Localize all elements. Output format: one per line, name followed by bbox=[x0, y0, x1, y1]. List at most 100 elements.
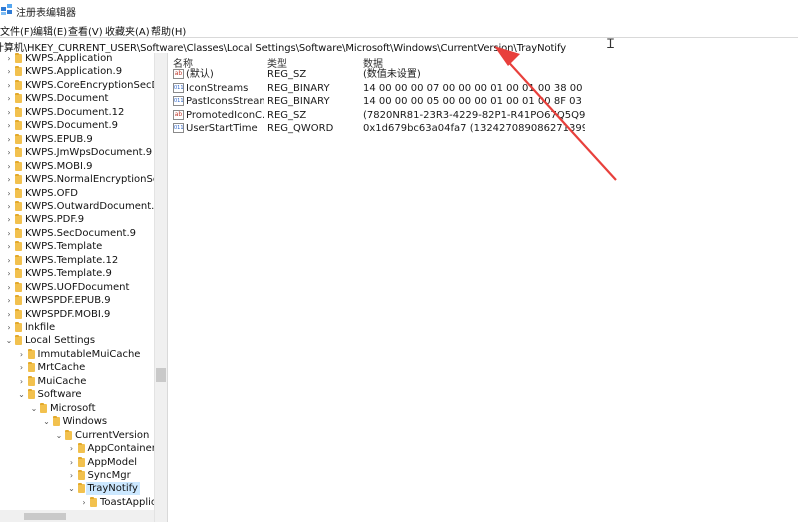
tree-item-label[interactable]: KWPS.PDF.9 bbox=[25, 213, 84, 226]
tree-item-label[interactable]: KWPS.NormalEncryptionSecDocument bbox=[25, 173, 154, 186]
chevron-right-icon[interactable]: › bbox=[80, 496, 88, 509]
tree-item[interactable]: › MrtCache bbox=[0, 361, 154, 374]
tree-item-label[interactable]: KWPSPDF.MOBI.9 bbox=[25, 308, 110, 321]
chevron-right-icon[interactable]: › bbox=[5, 187, 13, 200]
tree-item-label[interactable]: Windows bbox=[63, 415, 108, 428]
tree-horizontal-scrollbar[interactable] bbox=[0, 510, 154, 522]
tree-item[interactable]: › KWPSPDF.MOBI.9 bbox=[0, 308, 154, 321]
values-pane[interactable]: 名称 类型 数据 ab (默认) REG_SZ (数值未设置) 011 IconStrea… bbox=[168, 53, 798, 522]
tree-item-label[interactable]: MuiCache bbox=[38, 375, 87, 388]
chevron-right-icon[interactable]: › bbox=[5, 240, 13, 253]
tree-item-label[interactable]: SyncMgr bbox=[88, 469, 131, 482]
tree-item[interactable]: › KWPS.Document.12 bbox=[0, 106, 154, 119]
scrollbar-thumb[interactable] bbox=[156, 368, 166, 382]
chevron-right-icon[interactable]: › bbox=[5, 160, 13, 173]
chevron-down-icon[interactable]: ⌄ bbox=[30, 402, 38, 415]
value-row[interactable]: 011 IconStreams REG_BINARY 14 00 00 00 07 0… bbox=[168, 82, 798, 95]
menu-file[interactable]: 文件(F) bbox=[0, 23, 34, 38]
tree-item-label[interactable]: MrtCache bbox=[38, 361, 86, 374]
tree-item[interactable]: › ImmutableMuiCache bbox=[0, 348, 154, 361]
chevron-right-icon[interactable]: › bbox=[5, 65, 13, 78]
tree-item-label[interactable]: KWPS.JmWpsDocument.9 bbox=[25, 146, 152, 159]
tree-item[interactable]: › KWPS.PDF.9 bbox=[0, 213, 154, 226]
address-bar[interactable]: 计算机\HKEY_CURRENT_USER\Software\Classes\L… bbox=[0, 37, 798, 54]
chevron-right-icon[interactable]: › bbox=[5, 133, 13, 146]
tree-item[interactable]: ⌄ Microsoft bbox=[0, 402, 154, 415]
tree-item[interactable]: › KWPS.UOFDocument bbox=[0, 281, 154, 294]
value-row[interactable]: 011 UserStartTime REG_QWORD 0x1d679bc63a04f… bbox=[168, 122, 798, 135]
chevron-right-icon[interactable]: › bbox=[5, 92, 13, 105]
chevron-right-icon[interactable]: › bbox=[5, 79, 13, 92]
tree-item[interactable]: › ToastApplication bbox=[0, 496, 154, 509]
tree-item[interactable]: › AppContainer bbox=[0, 442, 154, 455]
tree-item-label[interactable]: KWPS.MOBI.9 bbox=[25, 160, 93, 173]
tree-item-label[interactable]: AppModel bbox=[88, 456, 138, 469]
address-path[interactable]: 计算机\HKEY_CURRENT_USER\Software\Classes\L… bbox=[0, 39, 566, 54]
tree-item[interactable]: ⌄ Software bbox=[0, 388, 154, 401]
chevron-right-icon[interactable]: › bbox=[5, 213, 13, 226]
tree-item-label[interactable]: KWPS.Template bbox=[25, 240, 102, 253]
chevron-down-icon[interactable]: ⌄ bbox=[68, 482, 76, 495]
tree-item[interactable]: › KWPS.JmWpsDocument.9 bbox=[0, 146, 154, 159]
tree-item-label[interactable]: KWPS.OFD bbox=[25, 187, 78, 200]
tree-item-label[interactable]: KWPS.SecDocument.9 bbox=[25, 227, 136, 240]
menu-edit[interactable]: 编辑(E) bbox=[33, 23, 67, 38]
tree-item-label[interactable]: KWPS.CoreEncryptionSecDocument bbox=[25, 79, 154, 92]
tree-item[interactable]: › KWPS.Template.12 bbox=[0, 254, 154, 267]
tree-item-label[interactable]: KWPSPDF.EPUB.9 bbox=[25, 294, 111, 307]
tree-item-label[interactable]: TrayNotify bbox=[85, 482, 140, 496]
chevron-right-icon[interactable]: › bbox=[5, 294, 13, 307]
tree-item[interactable]: › KWPS.Document.9 bbox=[0, 119, 154, 132]
tree-item[interactable]: › KWPS.Application bbox=[0, 53, 154, 65]
chevron-right-icon[interactable]: › bbox=[18, 348, 26, 361]
tree-item[interactable]: ⌄ Windows bbox=[0, 415, 154, 428]
value-row[interactable]: ab PromotedIconC... REG_SZ (7820NR81-23R3-4… bbox=[168, 109, 798, 122]
chevron-right-icon[interactable]: › bbox=[5, 173, 13, 186]
tree-item[interactable]: ⌄ CurrentVersion bbox=[0, 429, 154, 442]
tree-item[interactable]: › KWPS.Document bbox=[0, 92, 154, 105]
chevron-right-icon[interactable]: › bbox=[5, 308, 13, 321]
chevron-right-icon[interactable]: › bbox=[5, 106, 13, 119]
tree-item[interactable]: › KWPS.Template bbox=[0, 240, 154, 253]
tree-item[interactable]: › lnkfile bbox=[0, 321, 154, 334]
menu-help[interactable]: 帮助(H) bbox=[151, 23, 186, 38]
chevron-right-icon[interactable]: › bbox=[5, 321, 13, 334]
menu-view[interactable]: 查看(V) bbox=[68, 23, 103, 38]
chevron-right-icon[interactable]: › bbox=[68, 456, 76, 469]
tree-item[interactable]: › MuiCache bbox=[0, 375, 154, 388]
chevron-right-icon[interactable]: › bbox=[5, 267, 13, 280]
chevron-right-icon[interactable]: › bbox=[5, 146, 13, 159]
tree-item[interactable]: › KWPSPDF.EPUB.9 bbox=[0, 294, 154, 307]
tree-item-label[interactable]: KWPS.Document.12 bbox=[25, 106, 124, 119]
tree-item-label[interactable]: KWPS.OutwardDocument.9 bbox=[25, 200, 154, 213]
tree-item-label[interactable]: Software bbox=[38, 388, 82, 401]
tree-item[interactable]: › AppModel bbox=[0, 456, 154, 469]
tree-item-label[interactable]: Microsoft bbox=[50, 402, 96, 415]
value-row[interactable]: ab (默认) REG_SZ (数值未设置) bbox=[168, 68, 798, 81]
menu-favorites[interactable]: 收藏夹(A) bbox=[105, 23, 150, 38]
chevron-down-icon[interactable]: ⌄ bbox=[18, 388, 26, 401]
tree-item-label[interactable]: KWPS.Application bbox=[25, 53, 113, 65]
chevron-right-icon[interactable]: › bbox=[18, 361, 26, 374]
tree-item-label[interactable]: KWPS.Document bbox=[25, 92, 108, 105]
tree-item[interactable]: › KWPS.MOBI.9 bbox=[0, 160, 154, 173]
tree-item[interactable]: › KWPS.OutwardDocument.9 bbox=[0, 200, 154, 213]
chevron-right-icon[interactable]: › bbox=[68, 442, 76, 455]
chevron-right-icon[interactable]: › bbox=[5, 200, 13, 213]
tree-item-label[interactable]: lnkfile bbox=[25, 321, 55, 334]
tree-item-label[interactable]: KWPS.UOFDocument bbox=[25, 281, 129, 294]
tree-item-label[interactable]: Local Settings bbox=[25, 334, 95, 347]
tree-vertical-scrollbar[interactable] bbox=[154, 53, 167, 522]
tree-item[interactable]: › KWPS.Template.9 bbox=[0, 267, 154, 280]
tree-item[interactable]: › KWPS.SecDocument.9 bbox=[0, 227, 154, 240]
tree-item-label[interactable]: ToastApplication bbox=[100, 496, 154, 509]
tree-item-label[interactable]: KWPS.Template.12 bbox=[25, 254, 118, 267]
tree-item[interactable]: › KWPS.Application.9 bbox=[0, 65, 154, 78]
tree-item[interactable]: › KWPS.NormalEncryptionSecDocument bbox=[0, 173, 154, 186]
chevron-right-icon[interactable]: › bbox=[5, 119, 13, 132]
key-tree[interactable]: › KWPS.Application › KWPS.Application.9 › KWP… bbox=[0, 53, 154, 522]
tree-item[interactable]: ⌄ TrayNotify bbox=[0, 482, 154, 496]
tree-item-label[interactable]: AppContainer bbox=[88, 442, 155, 455]
tree-item-label[interactable]: KWPS.Document.9 bbox=[25, 119, 118, 132]
tree-item-label[interactable]: ImmutableMuiCache bbox=[38, 348, 141, 361]
